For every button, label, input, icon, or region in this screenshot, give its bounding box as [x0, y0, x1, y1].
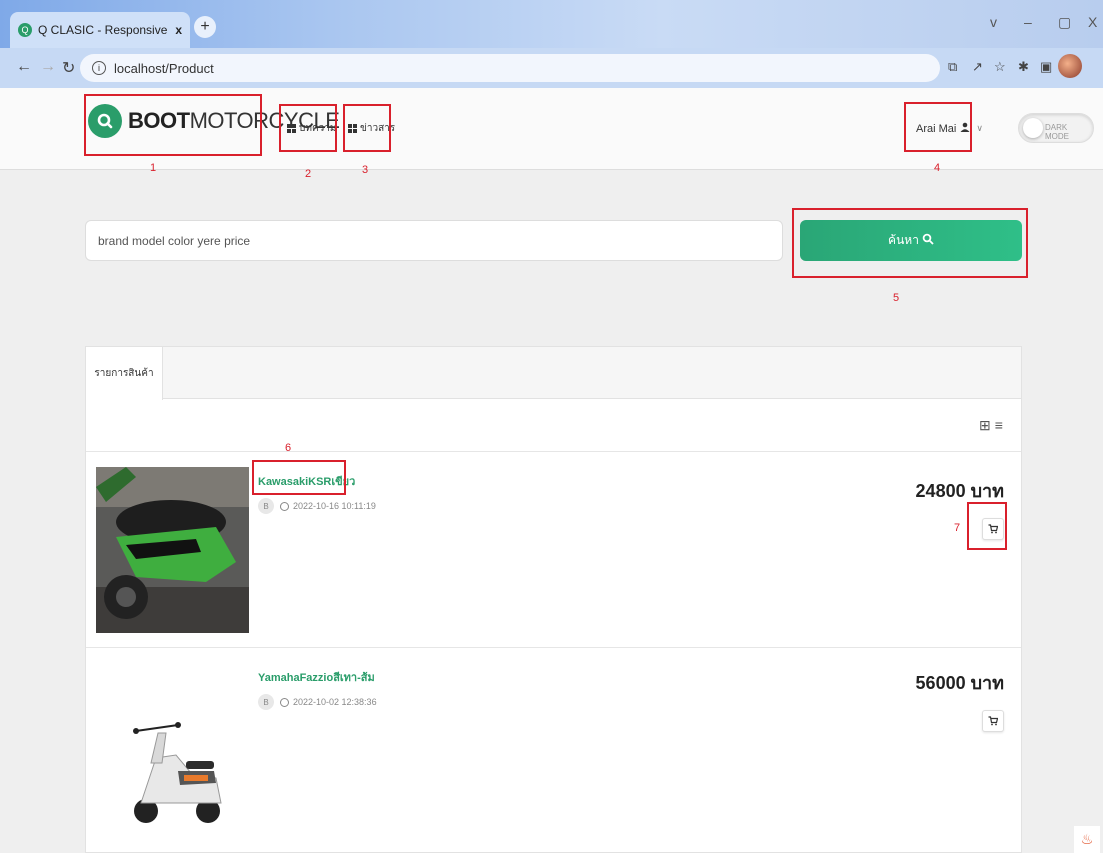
browser-tab[interactable]: Q Q CLASIC - Responsive Cl x [10, 12, 190, 48]
reload-icon[interactable]: ↻ [62, 58, 75, 78]
product-row[interactable]: YamahaFazzioสีเทา-ส้ม B 2022-10-02 12:38… [86, 647, 1021, 847]
toggle-knob [1023, 118, 1043, 138]
tab-title: Q CLASIC - Responsive Cl [38, 23, 172, 37]
annotation-number: 4 [934, 162, 941, 174]
product-price: 24800 บาท [915, 481, 1004, 501]
translate-icon[interactable]: ⧉ [948, 59, 957, 75]
seller-avatar: B [258, 694, 274, 710]
sidebar-icon[interactable]: ▣ [1040, 59, 1052, 75]
annotation-number: 7 [954, 522, 961, 534]
annotation-box [84, 94, 262, 156]
annotation-box [343, 104, 391, 152]
tab-product-list[interactable]: รายการสินค้า [86, 347, 163, 400]
address-bar-row: ← → ↻ i localhost/Product ⧉ ↗ ☆ ✱ ▣ [0, 48, 1103, 88]
browser-tab-strip: Q Q CLASIC - Responsive Cl x + v – ▢ X [0, 0, 1103, 48]
product-name-link[interactable]: YamahaFazzioสีเทา-ส้ม [258, 668, 375, 686]
url-text: localhost/Product [114, 60, 214, 76]
dark-mode-label: DARK MODE [1045, 123, 1069, 141]
tab-close-icon[interactable]: x [175, 23, 182, 37]
product-date: 2022-10-02 12:38:36 [293, 697, 377, 707]
tab-search-icon[interactable]: v [990, 14, 997, 30]
extensions-icon[interactable]: ✱ [1018, 59, 1029, 75]
annotation-number: 3 [362, 164, 369, 176]
forward-arrow-icon[interactable]: → [40, 58, 56, 76]
close-window-button[interactable]: X [1088, 14, 1097, 30]
minimize-button[interactable]: – [1024, 14, 1032, 30]
bookmark-star-icon[interactable]: ☆ [994, 59, 1006, 75]
list-view-icon[interactable]: ≡ [995, 417, 1003, 434]
share-icon[interactable]: ↗ [972, 59, 983, 75]
flame-icon[interactable]: ♨ [1074, 826, 1100, 853]
product-price: 56000 บาท [915, 673, 1004, 693]
product-meta: B 2022-10-02 12:38:36 [258, 694, 377, 710]
product-date: 2022-10-16 10:11:19 [293, 501, 376, 511]
chevron-down-icon: ∨ [976, 123, 983, 133]
annotation-box [792, 208, 1028, 278]
site-info-icon[interactable]: i [92, 61, 106, 75]
favicon-icon: Q [18, 23, 32, 37]
product-meta: B 2022-10-16 10:11:19 [258, 498, 376, 514]
grid-view-icon[interactable]: ⊞ [979, 417, 991, 434]
annotation-box [904, 102, 972, 152]
panel-tab-bar: รายการสินค้า [86, 347, 1021, 400]
annotation-box [967, 502, 1007, 550]
address-bar[interactable]: i localhost/Product [80, 54, 940, 82]
maximize-button[interactable]: ▢ [1058, 14, 1071, 31]
annotation-number: 2 [305, 168, 312, 180]
add-to-cart-button[interactable] [982, 710, 1004, 732]
annotation-number: 6 [285, 442, 292, 454]
product-panel: รายการสินค้า ⊞ ≡ KawasakiKSRเขียว B 2022… [85, 346, 1022, 853]
view-toggle: ⊞ ≡ [979, 417, 1003, 434]
profile-avatar[interactable] [1058, 54, 1082, 78]
back-arrow-icon[interactable]: ← [16, 58, 32, 76]
clock-icon [280, 501, 289, 511]
annotation-box [252, 460, 346, 495]
product-image[interactable] [96, 467, 249, 633]
annotation-number: 1 [150, 162, 157, 174]
clock-icon [280, 697, 289, 707]
product-image[interactable] [96, 663, 249, 829]
seller-avatar: B [258, 498, 274, 514]
dark-mode-toggle[interactable]: DARK MODE [1018, 113, 1094, 143]
annotation-box [279, 104, 337, 152]
cart-icon [988, 716, 998, 726]
new-tab-button[interactable]: + [194, 16, 216, 38]
product-row[interactable]: KawasakiKSRเขียว B 2022-10-16 10:11:19 2… [86, 451, 1021, 647]
annotation-number: 5 [893, 292, 900, 304]
search-input[interactable] [85, 220, 783, 261]
